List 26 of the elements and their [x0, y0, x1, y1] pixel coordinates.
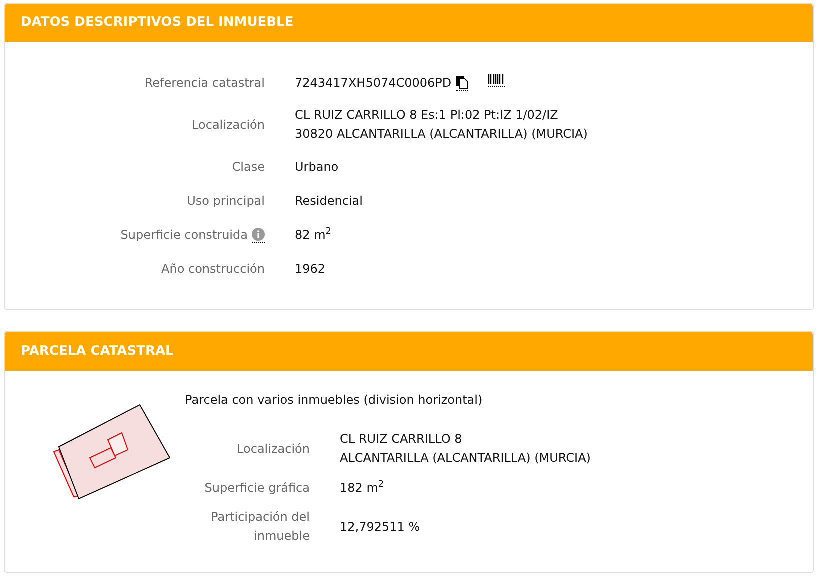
- parcel-subtitle: Parcela con varios inmuebles (division horizontal): [185, 392, 484, 409]
- copy-icon[interactable]: [456, 76, 468, 90]
- field-value: 182 m$^{2}$: [340, 479, 384, 496]
- field-value: Residencial: [295, 192, 363, 210]
- field-label: Superficie gráfica: [204, 480, 310, 496]
- field-value: 7243417XH5074C0006PD: [295, 74, 452, 92]
- field-value: Urbano: [295, 158, 339, 176]
- field-label: Referencia catastral: [144, 75, 265, 92]
- field-value: 30820 ALCANTARILLA (ALCANTARILLA) (MURCIA): [295, 126, 588, 143]
- field-value: 1962: [295, 260, 326, 278]
- barcode-icon[interactable]: [488, 74, 505, 86]
- field-label: Clase: [232, 159, 265, 176]
- field-label: Localización: [236, 440, 310, 458]
- field-label: Uso principal: [187, 193, 265, 210]
- field-label: Año construcción: [162, 261, 265, 278]
- field-value: 82 m$^{2}$: [295, 226, 332, 244]
- panel-title: DATOS DESCRIPTIVOS DEL INMUEBLE: [21, 14, 294, 32]
- field-value: CL RUIZ CARRILLO 8 Es:1 Pl:02 Pt:IZ 1/02/IZ: [295, 107, 560, 124]
- info-icon[interactable]: [252, 228, 265, 242]
- field-value: ALCANTARILLA (ALCANTARILLA) (MURCIA): [340, 450, 591, 467]
- field-label: Localización: [192, 117, 265, 134]
- field-value: 12,792511 %: [340, 518, 420, 536]
- panel-title: PARCELA CATASTRAL: [21, 342, 174, 361]
- field-label: Participación del inmueble: [210, 509, 310, 545]
- field-value: CL RUIZ CARRILLO 8: [340, 431, 464, 448]
- field-label: Superficie construida: [120, 227, 248, 244]
